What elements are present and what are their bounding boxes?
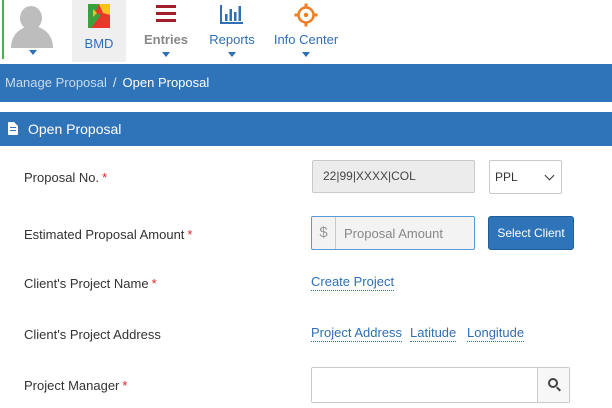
project-address-label: Client's Project Address [24,327,161,342]
project-address-link[interactable]: Project Address [311,325,403,342]
proposal-type-selected: PPL [495,170,518,184]
latitude-link[interactable]: Latitude [410,325,457,342]
search-icon-handle [556,386,561,392]
breadcrumb-manage-proposal-link[interactable]: Manage Proposal [5,75,107,90]
longitude-link[interactable]: Longitude [467,325,525,342]
breadcrumb-current: Open Proposal [122,75,210,90]
entries-menu-icon [156,5,176,22]
amount-input-group: $ [311,216,475,250]
nav-bmd-label: BMD [84,36,114,51]
nav-info-center-label: Info Center [273,32,339,47]
required-asterisk: * [151,276,157,291]
panel-header: Open Proposal [0,112,612,146]
breadcrumb: Manage Proposal / Open Proposal [0,64,612,102]
required-asterisk: * [187,227,193,242]
nav-reports-chevron-down-icon [228,52,236,57]
create-project-link[interactable]: Create Project [311,274,395,291]
panel-title: Open Proposal [28,121,122,137]
user-avatar[interactable] [2,0,59,59]
nav-info-center[interactable]: Info Center [268,0,344,62]
select-client-button[interactable]: Select Client [488,216,574,250]
nav-bmd[interactable]: BMD [72,0,126,62]
amount-label-text: Estimated Proposal Amount [24,227,185,242]
avatar-shoulders [11,26,53,48]
project-manager-input[interactable] [312,368,538,402]
project-manager-input-group [311,367,570,403]
proposal-no-field: 22|99|XXXX|COL [312,160,475,193]
nav-entries-label: Entries [143,32,189,47]
project-name-label: Client's Project Name * [24,276,157,291]
nav-entries[interactable]: Entries [138,0,194,62]
proposal-amount-input[interactable] [337,217,473,249]
breadcrumb-separator: / [112,75,117,90]
nav-reports[interactable]: Reports [204,0,260,62]
proposal-type-select[interactable]: PPL [489,160,562,194]
nav-reports-label: Reports [209,32,255,47]
proposal-no-label-text: Proposal No. [24,170,100,185]
amount-label: Estimated Proposal Amount * [24,227,192,242]
project-manager-search-button[interactable] [537,368,569,402]
nav-entries-chevron-down-icon [162,52,170,57]
project-name-label-text: Client's Project Name [24,276,149,291]
proposal-no-label: Proposal No. * [24,170,107,185]
project-manager-label-text: Project Manager [24,378,120,393]
document-icon [8,122,18,135]
project-address-label-text: Client's Project Address [24,327,161,342]
nav-info-center-chevron-down-icon [302,52,310,57]
reports-chart-icon [220,5,243,24]
avatar-chevron-down-icon [29,50,37,55]
dollar-icon: $ [312,217,336,249]
top-navigation: BMD Entries Reports Info Center [0,0,612,64]
project-manager-label: Project Manager * [24,378,127,393]
info-center-icon [294,3,318,27]
bmd-logo-icon [88,4,110,28]
chevron-down-icon [544,170,555,181]
required-asterisk: * [102,170,108,185]
required-asterisk: * [122,378,128,393]
